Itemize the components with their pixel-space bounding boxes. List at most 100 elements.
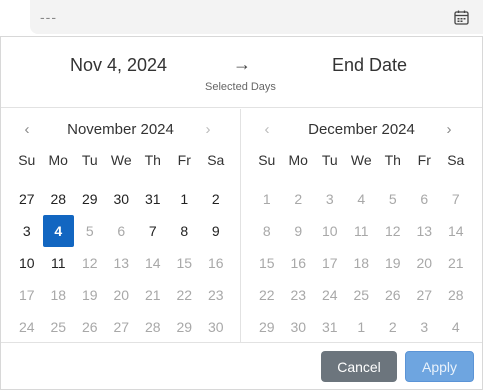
- day-cell[interactable]: 7: [137, 215, 169, 247]
- day-cell[interactable]: 29: [251, 311, 283, 343]
- cancel-button[interactable]: Cancel: [321, 351, 397, 382]
- day-cell[interactable]: 30: [106, 183, 138, 215]
- day-cell[interactable]: 20: [409, 247, 441, 279]
- day-cell[interactable]: 1: [346, 311, 378, 343]
- day-cell[interactable]: 26: [74, 311, 106, 343]
- day-cell[interactable]: 8: [251, 215, 283, 247]
- day-cell[interactable]: 27: [106, 311, 138, 343]
- day-cell[interactable]: 10: [11, 247, 43, 279]
- day-cell[interactable]: 24: [314, 279, 346, 311]
- day-cell[interactable]: 7: [440, 183, 472, 215]
- day-cell[interactable]: 19: [74, 279, 106, 311]
- day-cell[interactable]: 10: [314, 215, 346, 247]
- date-range-value: ---: [40, 9, 57, 25]
- arrow-right-icon: →: [233, 54, 251, 74]
- weekday-label: We: [350, 152, 372, 168]
- day-cell[interactable]: 18: [346, 247, 378, 279]
- day-cell[interactable]: 16: [283, 247, 315, 279]
- date-range-picker: Nov 4, 2024 → End Date Selected Days ‹ N…: [0, 36, 483, 390]
- day-cell[interactable]: 3: [314, 183, 346, 215]
- day-cell[interactable]: 27: [409, 279, 441, 311]
- selected-days-label: Selected Days: [205, 81, 276, 93]
- day-cell[interactable]: 5: [377, 183, 409, 215]
- day-cell[interactable]: 5: [74, 215, 106, 247]
- start-date: Nov 4, 2024: [70, 55, 168, 75]
- day-cell[interactable]: 4: [440, 311, 472, 343]
- day-cell[interactable]: 19: [377, 247, 409, 279]
- day-cell[interactable]: 30: [200, 311, 232, 343]
- day-cell[interactable]: 11: [43, 247, 75, 279]
- day-cell[interactable]: 8: [169, 215, 201, 247]
- day-cell[interactable]: 3: [409, 311, 441, 343]
- day-cell[interactable]: 3: [11, 215, 43, 247]
- calendar-december: ‹ December 2024 › Su Mo Tu We Th Fr Sa 1 2 3 4 5 6 7 8…: [241, 109, 482, 342]
- day-cell[interactable]: 1: [251, 183, 283, 215]
- weekday-label: Tu: [81, 152, 98, 168]
- day-cell[interactable]: 25: [346, 279, 378, 311]
- day-cell[interactable]: 20: [106, 279, 138, 311]
- selected-day[interactable]: 4: [42, 215, 74, 247]
- weekday-label: Sa: [207, 152, 225, 168]
- day-cell[interactable]: 22: [169, 279, 201, 311]
- day-cell[interactable]: 6: [409, 183, 441, 215]
- day-cell[interactable]: 17: [314, 247, 346, 279]
- weekday-label: Sa: [447, 152, 465, 168]
- weekday-label: Tu: [321, 152, 338, 168]
- day-cell[interactable]: 14: [137, 247, 169, 279]
- day-cell[interactable]: 31: [314, 311, 346, 343]
- weekday-label: We: [110, 152, 132, 168]
- day-cell[interactable]: 23: [283, 279, 315, 311]
- day-cell[interactable]: 29: [169, 311, 201, 343]
- day-cell[interactable]: 31: [137, 183, 169, 215]
- date-range-input[interactable]: ---: [30, 0, 483, 34]
- weekday-label: Fr: [417, 152, 431, 168]
- day-cell[interactable]: 24: [11, 311, 43, 343]
- day-cell[interactable]: 1: [169, 183, 201, 215]
- day-cell[interactable]: 26: [377, 279, 409, 311]
- weekday-label: Su: [18, 152, 36, 168]
- day-cell[interactable]: 25: [43, 311, 75, 343]
- weekday-label: Mo: [288, 152, 308, 168]
- apply-button[interactable]: Apply: [405, 351, 474, 382]
- day-cell[interactable]: 16: [200, 247, 232, 279]
- day-cell[interactable]: 30: [283, 311, 315, 343]
- day-cell[interactable]: 2: [377, 311, 409, 343]
- day-cell[interactable]: 13: [409, 215, 441, 247]
- calendar-november: ‹ November 2024 › Su Mo Tu We Th Fr Sa 27 28 29 30…: [1, 109, 241, 342]
- day-cell[interactable]: 21: [137, 279, 169, 311]
- picker-footer: Cancel Apply: [1, 342, 482, 389]
- day-cell[interactable]: 29: [74, 183, 106, 215]
- day-grid: Su Mo Tu We Th Fr Sa 1 2 3 4 5 6 7 8 9 10 11 12 13 14 15 16 17 1…: [251, 151, 472, 343]
- day-cell[interactable]: 9: [200, 215, 232, 247]
- calendar-icon[interactable]: [453, 9, 469, 25]
- day-cell[interactable]: 4: [346, 183, 378, 215]
- weekday-label: Su: [258, 152, 276, 168]
- weekday-label: Fr: [177, 152, 191, 168]
- day-cell[interactable]: 9: [283, 215, 315, 247]
- day-cell[interactable]: 12: [74, 247, 106, 279]
- day-cell[interactable]: 12: [377, 215, 409, 247]
- day-cell[interactable]: 2: [283, 183, 315, 215]
- day-cell[interactable]: 15: [251, 247, 283, 279]
- weekday-label: Th: [144, 152, 161, 168]
- day-cell[interactable]: 28: [137, 311, 169, 343]
- day-cell[interactable]: 28: [43, 183, 75, 215]
- day-cell[interactable]: 15: [169, 247, 201, 279]
- day-cell[interactable]: 6: [106, 215, 138, 247]
- day-cell[interactable]: 21: [440, 247, 472, 279]
- day-cell[interactable]: 28: [440, 279, 472, 311]
- next-month-icon[interactable]: ›: [441, 121, 457, 138]
- day-cell[interactable]: 23: [200, 279, 232, 311]
- day-cell[interactable]: 14: [440, 215, 472, 247]
- day-cell[interactable]: 18: [43, 279, 75, 311]
- day-cell[interactable]: 13: [106, 247, 138, 279]
- weekday-label: Mo: [48, 152, 68, 168]
- day-cell[interactable]: 27: [11, 183, 43, 215]
- day-cell[interactable]: 11: [346, 215, 378, 247]
- day-cell[interactable]: 17: [11, 279, 43, 311]
- next-month-icon[interactable]: ›: [200, 121, 216, 138]
- end-date: End Date: [332, 55, 408, 75]
- day-cell[interactable]: 22: [251, 279, 283, 311]
- range-summary: Nov 4, 2024 → End Date Selected Days: [1, 37, 482, 108]
- day-cell[interactable]: 2: [200, 183, 232, 215]
